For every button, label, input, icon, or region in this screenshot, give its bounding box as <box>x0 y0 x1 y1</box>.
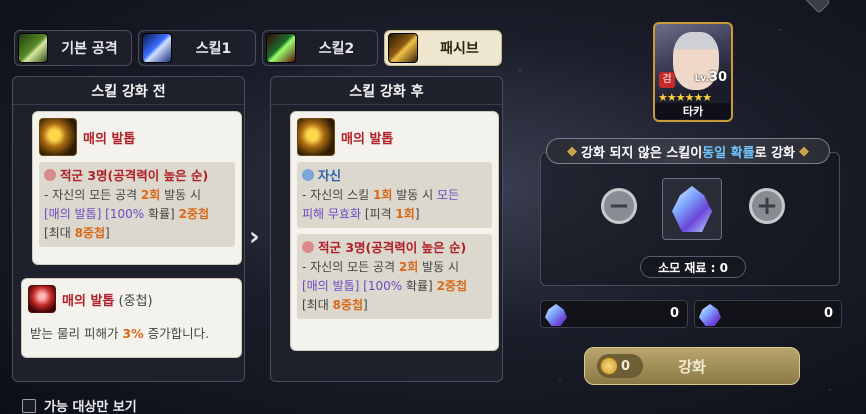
skill-name: 매의 발톱 <box>341 131 394 147</box>
filter-label: 가능 대상만 보기 <box>44 400 137 414</box>
tab-label: 기본 공격 <box>61 41 118 57</box>
tab-skill2[interactable]: 스킬2 <box>262 30 378 66</box>
before-panel: 스킬 강화 전 매의 발톱 적군 3명(공격력이 높은 순) - 자신의 모든 … <box>12 76 245 382</box>
tab-basic-attack[interactable]: 기본 공격 <box>14 30 132 66</box>
crystal-icon <box>699 304 721 326</box>
minus-button[interactable]: − <box>601 188 637 224</box>
enemy-target-icon <box>302 240 314 253</box>
chevron-right-icon: › <box>249 222 260 252</box>
status-card-before: 매의 발톱 (중첩) 받는 물리 피해가 3% 증가합니다. <box>21 278 242 358</box>
crystal-icon <box>545 304 567 326</box>
effect-body: - 자신의 모든 공격 2회 발동 시 [매의 발톱] [100% 확률] 2중… <box>302 260 467 312</box>
diamond-icon: ◆ <box>567 143 577 159</box>
plus-button[interactable]: + <box>749 188 785 224</box>
skill-card-before: 매의 발톱 적군 3명(공격력이 높은 순) - 자신의 모든 공격 2회 발동… <box>32 111 242 265</box>
hero-portrait[interactable]: 검 Lv.30 ★★★★★★ 타카 <box>653 22 733 122</box>
skill2-icon <box>266 33 296 63</box>
target-text: 자신 <box>318 168 342 183</box>
tab-skill1[interactable]: 스킬1 <box>138 30 256 66</box>
filter-available-only[interactable]: 가능 대상만 보기 <box>22 396 137 414</box>
enhance-info-banner: ◆ 강화 되지 않은 스킬이 동일 확률 로 강화 ◆ <box>546 138 830 164</box>
status-name: 매의 발톱 (중첩) <box>62 293 153 309</box>
crystal-count-1: 0 <box>540 300 688 328</box>
material-slot[interactable] <box>662 178 722 240</box>
close-icon[interactable] <box>803 0 831 14</box>
target-text: 적군 3명(공격력이 높은 순) <box>60 168 209 183</box>
after-panel: 스킬 강화 후 매의 발톱 자신 - 자신의 스킬 1회 발동 시 모든 피해 … <box>270 76 503 382</box>
skill-card-after: 매의 발톱 자신 - 자신의 스킬 1회 발동 시 모든 피해 무효화 [피격 … <box>290 111 499 351</box>
diamond-icon: ◆ <box>799 143 809 159</box>
effect-self: 자신 - 자신의 스킬 1회 발동 시 모든 피해 무효화 [피격 1회] <box>297 162 492 228</box>
basic-attack-icon <box>18 33 48 63</box>
tab-passive[interactable]: 패시브 <box>384 30 502 66</box>
hawk-talon-icon <box>39 118 77 156</box>
effect-body: - 자신의 모든 공격 2회 발동 시 [매의 발톱] [100% 확률] 2중… <box>44 188 209 240</box>
after-title: 스킬 강화 후 <box>271 77 502 105</box>
enemy-target-icon <box>44 168 56 181</box>
effect-enemy: 적군 3명(공격력이 높은 순) - 자신의 모든 공격 2회 발동 시 [매의… <box>297 234 492 319</box>
status-desc: 받는 물리 피해가 3% 증가합니다. <box>30 326 210 341</box>
sword-class-icon: 검 <box>659 72 675 88</box>
skill1-icon <box>142 33 172 63</box>
hero-level: Lv.30 <box>694 70 727 85</box>
target-text: 적군 3명(공격력이 높은 순) <box>318 240 467 255</box>
passive-icon <box>388 33 418 63</box>
before-title: 스킬 강화 전 <box>13 77 244 105</box>
hero-name: 타카 <box>655 103 731 119</box>
checkbox[interactable] <box>22 398 36 413</box>
enhance-label: 강화 <box>678 357 706 376</box>
enhance-button[interactable]: 0 강화 <box>584 347 800 385</box>
hawk-talon-icon <box>297 118 335 156</box>
crystal-count-2: 0 <box>694 300 842 328</box>
material-count-label: 소모 재료 : 0 <box>640 256 746 278</box>
tab-label: 패시브 <box>440 41 479 57</box>
tab-label: 스킬2 <box>318 41 355 57</box>
effect-body: - 자신의 스킬 1회 발동 시 모든 피해 무효화 [피격 1회] <box>302 188 460 221</box>
effect-enemy: 적군 3명(공격력이 높은 순) - 자신의 모든 공격 2회 발동 시 [매의… <box>39 162 235 247</box>
hawk-talon-stack-icon <box>28 285 56 313</box>
skill-name: 매의 발톱 <box>83 131 136 147</box>
crystal-icon <box>672 186 712 232</box>
self-target-icon <box>302 168 314 181</box>
tab-label: 스킬1 <box>195 41 232 57</box>
